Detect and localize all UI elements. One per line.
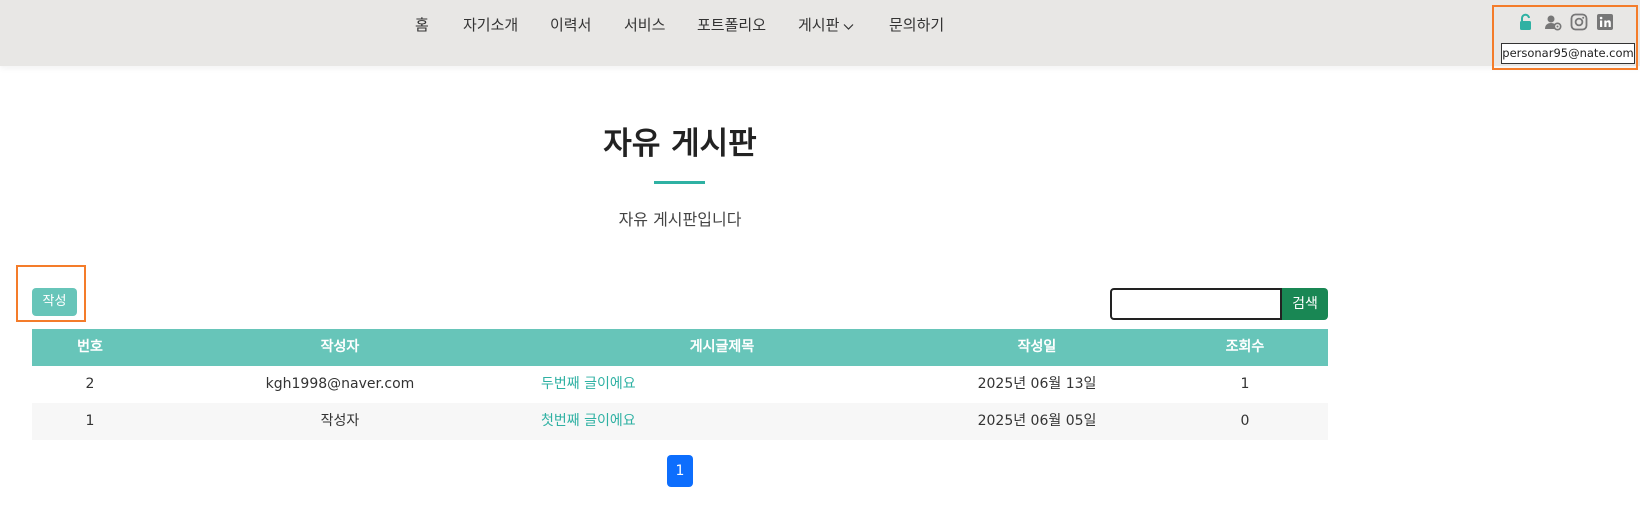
user-email-tooltip: personar95@nate.com xyxy=(1501,43,1635,64)
linkedin-icon[interactable] xyxy=(1596,13,1614,31)
write-post-button[interactable]: 작성 xyxy=(32,288,77,316)
row-date: 2025년 06월 05일 xyxy=(977,413,1097,429)
row-title-link[interactable]: 두번째 글이에요 xyxy=(541,366,901,403)
nav-item-portfolio[interactable]: 포트폴리오 xyxy=(697,14,766,35)
instagram-icon[interactable] xyxy=(1570,13,1588,31)
chevron-down-icon xyxy=(843,17,854,35)
nav-item-home[interactable]: 홈 xyxy=(415,14,429,35)
row-views: 0 xyxy=(1240,413,1250,429)
table-row[interactable]: 2 kgh1998@naver.com 두번째 글이에요 2025년 06월 1… xyxy=(32,366,1328,403)
table-row[interactable]: 1 작성자 첫번째 글이에요 2025년 06월 05일 0 xyxy=(32,403,1328,440)
page-subtitle: 자유 게시판입니다 xyxy=(618,210,742,229)
nav-item-board[interactable]: 게시판 xyxy=(798,14,854,35)
nav-item-contact[interactable]: 문의하기 xyxy=(889,14,944,35)
row-number: 1 xyxy=(85,413,95,429)
row-date: 2025년 06월 13일 xyxy=(977,376,1097,392)
nav-item-about[interactable]: 자기소개 xyxy=(463,14,518,35)
row-views: 1 xyxy=(1240,376,1250,392)
row-author: 작성자 xyxy=(320,413,360,429)
column-header-views: 조회수 xyxy=(1225,339,1265,355)
table-header: 번호 작성자 게시글제목 작성일 조회수 xyxy=(32,329,1328,366)
lock-open-icon[interactable] xyxy=(1517,13,1535,31)
column-header-date: 작성일 xyxy=(1017,339,1057,355)
row-author: kgh1998@naver.com xyxy=(265,376,415,392)
pagination-page-1[interactable]: 1 xyxy=(667,455,693,487)
column-header-title: 게시글제목 xyxy=(689,339,755,355)
column-header-number: 번호 xyxy=(77,339,103,355)
nav-item-resume[interactable]: 이력서 xyxy=(550,14,591,35)
title-underline xyxy=(654,181,705,184)
page-title: 자유 게시판 xyxy=(603,126,757,162)
search-button[interactable]: 검색 xyxy=(1282,288,1328,320)
row-title-link[interactable]: 첫번째 글이에요 xyxy=(541,403,901,440)
user-gear-icon[interactable] xyxy=(1544,13,1562,31)
row-number: 2 xyxy=(85,376,95,392)
search-input[interactable] xyxy=(1110,288,1282,320)
main-nav: 홈 자기소개 이력서 서비스 포트폴리오 게시판 문의하기 xyxy=(0,0,1640,46)
nav-item-services[interactable]: 서비스 xyxy=(624,14,665,35)
board-table: 번호 작성자 게시글제목 작성일 조회수 2 kgh1998@naver.com… xyxy=(32,329,1328,440)
nav-item-board-label: 게시판 xyxy=(798,16,840,34)
column-header-author: 작성자 xyxy=(320,339,360,355)
site-header: 홈 자기소개 이력서 서비스 포트폴리오 게시판 문의하기 personar95… xyxy=(0,0,1640,70)
